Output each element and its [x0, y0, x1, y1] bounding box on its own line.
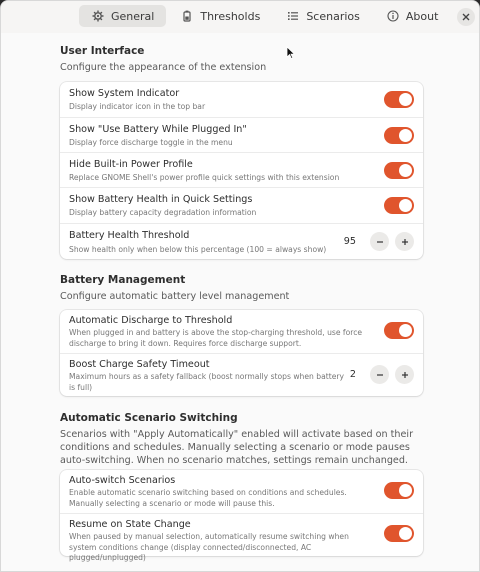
row-subtitle: When paused by manual selection, automat… — [69, 532, 349, 562]
row-auto-switch-scenarios: Auto-switch Scenarios Enable automatic s… — [60, 470, 423, 514]
row-title: Resume on State Change — [69, 519, 191, 530]
minus-icon — [376, 373, 383, 376]
plus-icon — [401, 238, 408, 245]
row-subtitle: Enable automatic scenario switching base… — [69, 488, 347, 508]
row-title: Show Battery Health in Quick Settings — [69, 194, 253, 205]
row-title: Show System Indicator — [69, 88, 180, 99]
row-title: Automatic Discharge to Threshold — [69, 315, 233, 326]
close-button[interactable] — [457, 8, 475, 26]
mouse-pointer-icon — [286, 46, 296, 60]
auto-switch-scenarios-switch[interactable] — [384, 482, 414, 499]
plus-icon — [401, 371, 408, 378]
header-bar: General Thresholds Scenarios About — [1, 1, 479, 33]
tab-thresholds[interactable]: Thresholds — [168, 5, 272, 27]
row-subtitle: Display indicator icon in the top bar — [69, 102, 206, 111]
row-boost-charge-timeout: Boost Charge Safety Timeout Maximum hour… — [60, 354, 423, 396]
section-title-user-interface: User Interface — [60, 45, 145, 57]
row-hide-power-profile: Hide Built-in Power Profile Replace GNOM… — [60, 153, 423, 188]
section-title-battery-management: Battery Management — [60, 274, 186, 286]
row-subtitle: Maximum hours as a safety fallback (boos… — [69, 372, 344, 392]
switch-knob — [399, 93, 412, 106]
row-subtitle: Show health only when below this percent… — [69, 245, 327, 254]
row-subtitle: Display battery capacity degradation inf… — [69, 208, 257, 217]
tab-label: About — [405, 9, 439, 23]
section-desc-battery-management: Configure automatic battery level manage… — [60, 291, 290, 302]
row-title: Boost Charge Safety Timeout — [69, 359, 210, 370]
hide-power-profile-switch[interactable] — [384, 162, 414, 179]
tab-scenarios[interactable]: Scenarios — [274, 5, 372, 27]
row-auto-discharge: Automatic Discharge to Threshold When pl… — [60, 310, 423, 354]
row-title: Battery Health Threshold — [69, 230, 190, 241]
use-battery-plugged-in-switch[interactable] — [384, 127, 414, 144]
gear-icon — [91, 9, 105, 23]
row-show-battery-health: Show Battery Health in Quick Settings Di… — [60, 188, 423, 224]
card-scenario-switching: Auto-switch Scenarios Enable automatic s… — [60, 470, 423, 562]
switch-knob — [399, 484, 412, 497]
switch-knob — [399, 129, 412, 142]
tab-about[interactable]: About — [374, 5, 451, 27]
section-title-scenario-switching: Automatic Scenario Switching — [60, 412, 238, 424]
increment-button[interactable] — [395, 365, 414, 384]
row-resume-on-state-change: Resume on State Change When paused by ma… — [60, 514, 423, 562]
row-title: Auto-switch Scenarios — [69, 475, 176, 486]
section-desc-user-interface: Configure the appearance of the extensio… — [60, 62, 267, 73]
minus-icon — [376, 240, 383, 243]
info-icon — [386, 9, 400, 23]
preferences-window: General Thresholds Scenarios About User … — [0, 0, 480, 572]
switch-knob — [399, 324, 412, 337]
tab-label: Thresholds — [200, 9, 261, 23]
section-desc-scenario-switching: Scenarios with "Apply Automatically" ena… — [60, 429, 414, 466]
auto-discharge-switch[interactable] — [384, 322, 414, 339]
show-battery-health-switch[interactable] — [384, 197, 414, 214]
tab-bar: General Thresholds Scenarios About — [79, 5, 452, 27]
row-use-battery-plugged-in: Show "Use Battery While Plugged In" Disp… — [60, 118, 423, 153]
row-title: Hide Built-in Power Profile — [69, 159, 193, 170]
tab-label: Scenarios — [306, 9, 360, 23]
switch-knob — [399, 527, 412, 540]
card-user-interface: Show System Indicator Display indicator … — [60, 82, 423, 259]
decrement-button[interactable] — [370, 232, 389, 251]
row-subtitle: Replace GNOME Shell's power profile quic… — [69, 173, 340, 182]
row-subtitle: When plugged in and battery is above the… — [69, 328, 363, 348]
row-show-system-indicator: Show System Indicator Display indicator … — [60, 82, 423, 118]
row-title: Show "Use Battery While Plugged In" — [69, 124, 247, 135]
stepper-value[interactable]: 95 — [334, 236, 356, 247]
tab-label: General — [111, 9, 155, 23]
battery-icon — [180, 9, 194, 23]
decrement-button[interactable] — [370, 365, 389, 384]
battery-health-threshold-stepper: 95 — [334, 232, 414, 251]
switch-knob — [399, 164, 412, 177]
tab-general[interactable]: General — [79, 5, 167, 27]
row-battery-health-threshold: Battery Health Threshold Show health onl… — [60, 224, 423, 259]
list-icon — [286, 9, 300, 23]
row-subtitle: Display force discharge toggle in the me… — [69, 138, 233, 147]
card-battery-management: Automatic Discharge to Threshold When pl… — [60, 310, 423, 396]
resume-on-state-change-switch[interactable] — [384, 525, 414, 542]
boost-charge-timeout-stepper: 2 — [334, 365, 414, 384]
show-system-indicator-switch[interactable] — [384, 91, 414, 108]
increment-button[interactable] — [395, 232, 414, 251]
close-icon — [462, 13, 470, 21]
switch-knob — [399, 199, 412, 212]
stepper-value[interactable]: 2 — [334, 369, 356, 380]
